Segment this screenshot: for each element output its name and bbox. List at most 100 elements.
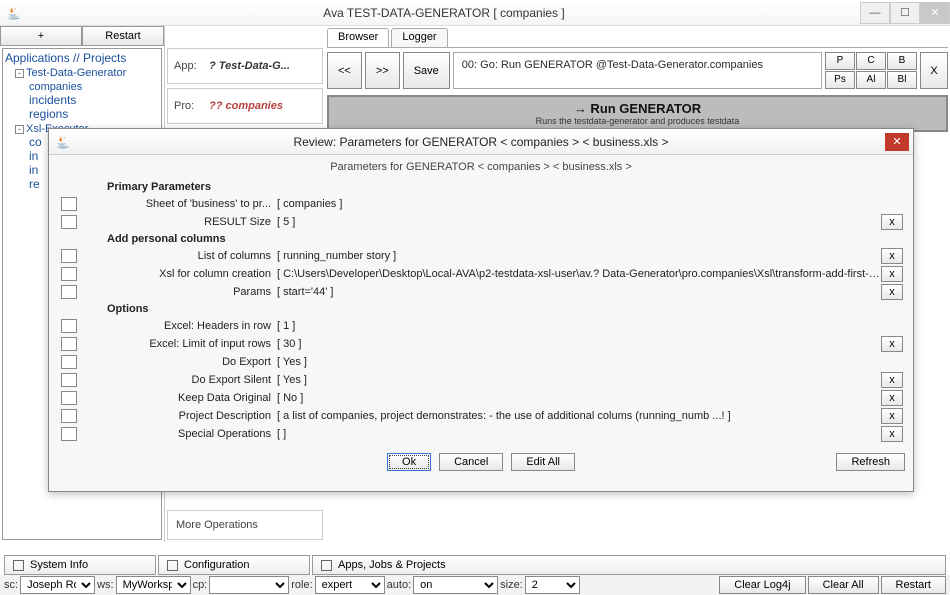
param-x-button[interactable]: x bbox=[881, 266, 903, 282]
param-label: Excel: Headers in row bbox=[81, 320, 275, 332]
pro-value: ?? companies bbox=[209, 100, 283, 112]
cancel-button[interactable]: Cancel bbox=[439, 453, 503, 471]
param-checkbox[interactable] bbox=[61, 319, 77, 333]
pro-label: Pro: bbox=[174, 100, 209, 112]
param-value[interactable]: [ start='44' ] bbox=[275, 286, 881, 298]
tree-node-incidents[interactable]: incidents bbox=[29, 93, 159, 107]
param-row: Keep Data Original[ No ]x bbox=[57, 389, 905, 407]
param-row: Excel: Limit of input rows[ 30 ]x bbox=[57, 335, 905, 353]
param-value[interactable]: [ 1 ] bbox=[275, 320, 905, 332]
run-generator-bar[interactable]: → Run GENERATOR Runs the testdata-genera… bbox=[327, 95, 948, 132]
param-row: RESULT Size[ 5 ]x bbox=[57, 213, 905, 231]
param-checkbox[interactable] bbox=[61, 373, 77, 387]
checkbox[interactable] bbox=[167, 560, 178, 571]
restart-button[interactable]: Restart bbox=[82, 26, 164, 46]
nav-forward[interactable]: >> bbox=[365, 52, 400, 89]
param-x-button[interactable]: x bbox=[881, 426, 903, 442]
param-value[interactable]: [ companies ] bbox=[275, 198, 905, 210]
ok-button[interactable]: Ok bbox=[387, 453, 431, 471]
dialog-close-button[interactable]: ✕ bbox=[885, 133, 909, 151]
collapse-icon[interactable]: - bbox=[15, 125, 24, 134]
param-x-button[interactable]: x bbox=[881, 214, 903, 230]
pro-cell: Pro: ?? companies bbox=[167, 88, 323, 124]
section-primary: Primary Parameters bbox=[107, 179, 905, 195]
clear-log4j-button[interactable]: Clear Log4j bbox=[719, 576, 805, 594]
letter-ps[interactable]: Ps bbox=[825, 71, 855, 89]
letter-al[interactable]: Al bbox=[856, 71, 886, 89]
param-value[interactable]: [ Yes ] bbox=[275, 374, 881, 386]
param-checkbox[interactable] bbox=[61, 249, 77, 263]
role-select[interactable]: expert bbox=[315, 576, 385, 594]
param-checkbox[interactable] bbox=[61, 337, 77, 351]
param-checkbox[interactable] bbox=[61, 215, 77, 229]
maximize-button[interactable]: ☐ bbox=[890, 2, 920, 24]
tree-node-regions[interactable]: regions bbox=[29, 107, 159, 121]
param-value[interactable]: [ No ] bbox=[275, 392, 881, 404]
nav-back[interactable]: << bbox=[327, 52, 362, 89]
restart-bottom-button[interactable]: Restart bbox=[881, 576, 946, 594]
param-value[interactable]: [ a list of companies, project demonstra… bbox=[275, 410, 881, 422]
param-value[interactable]: [ running_number story ] bbox=[275, 250, 881, 262]
letter-grid: P C B Ps Al Bl bbox=[825, 52, 917, 89]
checkbox[interactable] bbox=[321, 560, 332, 571]
param-x-button[interactable]: x bbox=[881, 372, 903, 388]
param-value[interactable]: [ ] bbox=[275, 428, 881, 440]
letter-bl[interactable]: Bl bbox=[887, 71, 917, 89]
param-x-button[interactable]: x bbox=[881, 336, 903, 352]
param-checkbox[interactable] bbox=[61, 391, 77, 405]
apps-jobs-projects[interactable]: Apps, Jobs & Projects bbox=[312, 555, 946, 575]
param-value[interactable]: [ Yes ] bbox=[275, 356, 905, 368]
clear-all-button[interactable]: Clear All bbox=[808, 576, 879, 594]
letter-b[interactable]: B bbox=[887, 52, 917, 70]
sc-select[interactable]: Joseph Roth bbox=[20, 576, 95, 594]
param-checkbox[interactable] bbox=[61, 267, 77, 281]
param-checkbox[interactable] bbox=[61, 355, 77, 369]
checkbox[interactable] bbox=[13, 560, 24, 571]
more-operations[interactable]: More Operations bbox=[167, 510, 323, 540]
tabs: Browser Logger bbox=[327, 28, 948, 48]
param-label: Excel: Limit of input rows bbox=[81, 338, 275, 350]
x-button[interactable]: X bbox=[920, 52, 948, 89]
param-value[interactable]: [ C:\Users\Developer\Desktop\Local-AVA\p… bbox=[275, 268, 881, 280]
param-x-button[interactable]: x bbox=[881, 248, 903, 264]
tree-node-tdg[interactable]: -Test-Data-Generator bbox=[15, 65, 159, 79]
titlebar: Ava TEST-DATA-GENERATOR [ companies ] — … bbox=[0, 0, 950, 26]
param-value[interactable]: [ 30 ] bbox=[275, 338, 881, 350]
param-checkbox[interactable] bbox=[61, 285, 77, 299]
tab-logger[interactable]: Logger bbox=[391, 28, 447, 47]
param-x-button[interactable]: x bbox=[881, 390, 903, 406]
sc-label: sc: bbox=[4, 579, 18, 591]
minimize-button[interactable]: — bbox=[860, 2, 890, 24]
collapse-icon[interactable]: - bbox=[15, 69, 24, 78]
cp-select[interactable] bbox=[209, 576, 289, 594]
tab-browser[interactable]: Browser bbox=[327, 28, 389, 47]
param-row: Do Export Silent[ Yes ]x bbox=[57, 371, 905, 389]
save-button[interactable]: Save bbox=[403, 52, 450, 89]
param-label: Special Operations bbox=[81, 428, 275, 440]
param-checkbox[interactable] bbox=[61, 427, 77, 441]
add-button[interactable]: + bbox=[0, 26, 82, 46]
size-select[interactable]: 2 bbox=[525, 576, 580, 594]
window-title: Ava TEST-DATA-GENERATOR [ companies ] bbox=[28, 6, 860, 20]
auto-select[interactable]: on bbox=[413, 576, 498, 594]
app-label: App: bbox=[174, 60, 209, 72]
param-label: Keep Data Original bbox=[81, 392, 275, 404]
tree-node-companies[interactable]: companies bbox=[29, 79, 159, 93]
java-icon bbox=[55, 134, 71, 150]
close-button[interactable]: ✕ bbox=[920, 2, 950, 24]
letter-c[interactable]: C bbox=[856, 52, 886, 70]
letter-p[interactable]: P bbox=[825, 52, 855, 70]
configuration[interactable]: Configuration bbox=[158, 555, 310, 575]
refresh-button[interactable]: Refresh bbox=[836, 453, 905, 471]
param-x-button[interactable]: x bbox=[881, 284, 903, 300]
param-value[interactable]: [ 5 ] bbox=[275, 216, 881, 228]
system-info[interactable]: System Info bbox=[4, 555, 156, 575]
run-subtitle: Runs the testdata-generator and produces… bbox=[329, 116, 946, 126]
ws-select[interactable]: MyWorkspace bbox=[116, 576, 191, 594]
param-checkbox[interactable] bbox=[61, 409, 77, 423]
param-row: Params[ start='44' ]x bbox=[57, 283, 905, 301]
param-x-button[interactable]: x bbox=[881, 408, 903, 424]
param-row: Sheet of 'business' to pr...[ companies … bbox=[57, 195, 905, 213]
edit-all-button[interactable]: Edit All bbox=[511, 453, 575, 471]
param-checkbox[interactable] bbox=[61, 197, 77, 211]
